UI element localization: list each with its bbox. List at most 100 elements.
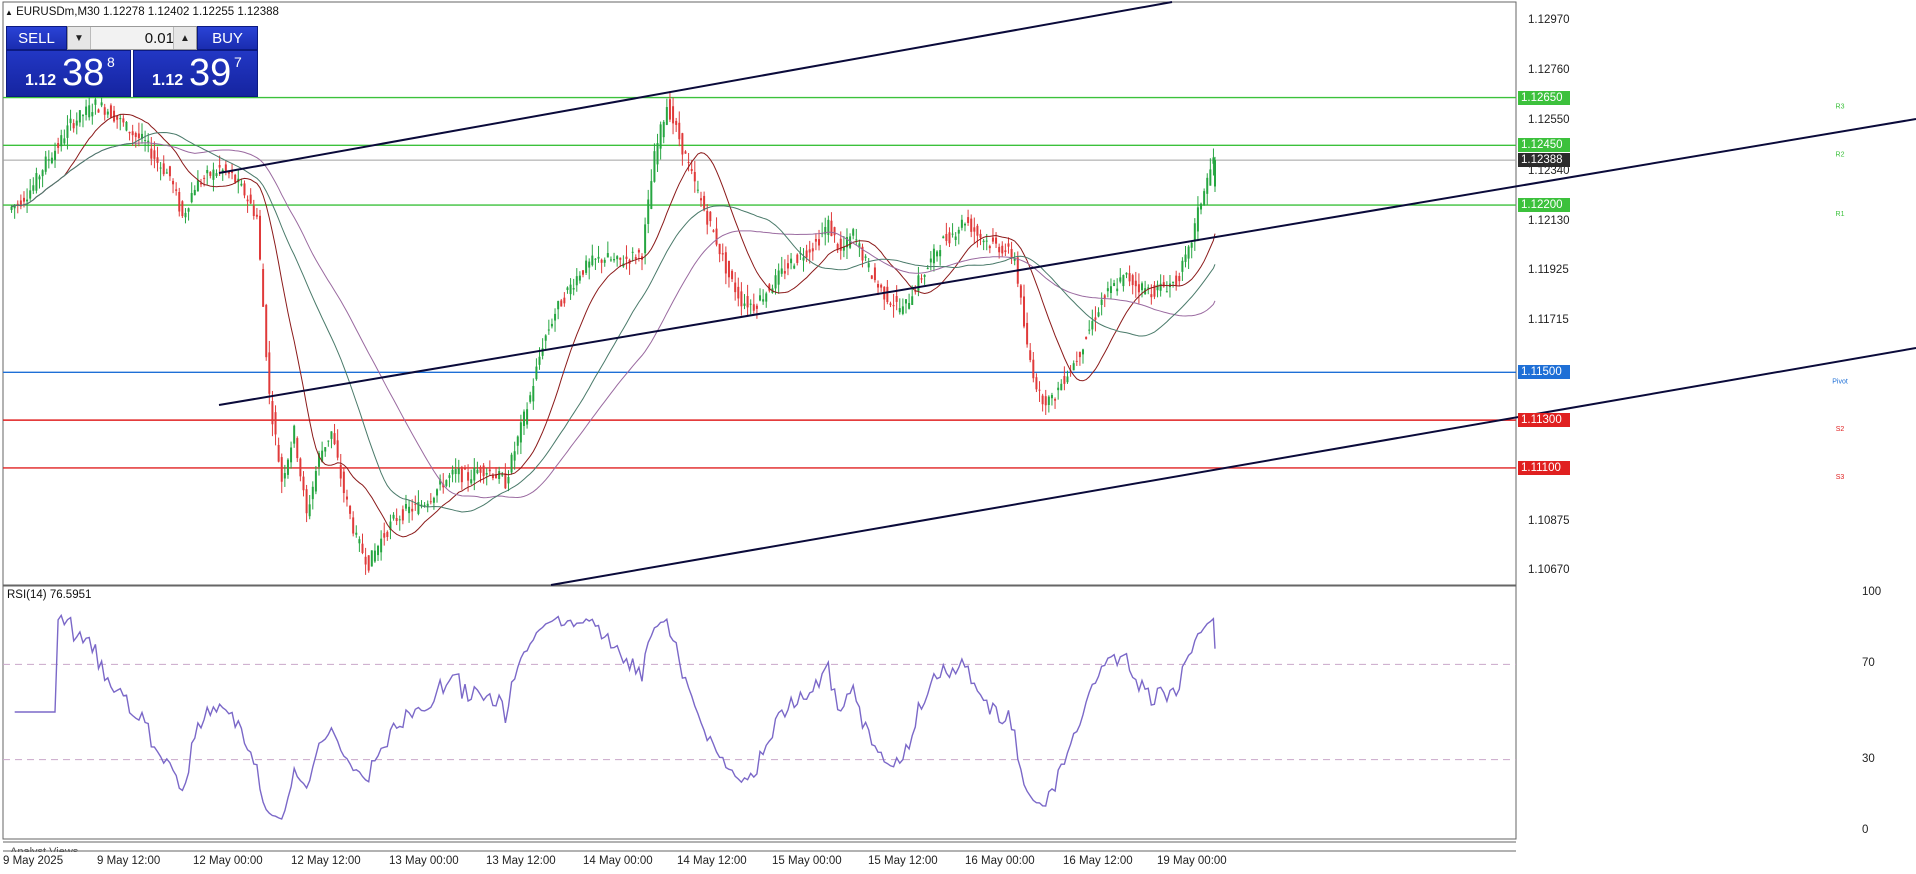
candle-body: [246, 199, 249, 202]
price-tick-label: 1.12130: [1528, 214, 1570, 227]
sell-price-quote[interactable]: 1.12 38 8: [6, 50, 131, 97]
candle-body: [75, 120, 78, 126]
buy-price-quote[interactable]: 1.12 39 7: [133, 50, 258, 97]
candle-body: [32, 185, 35, 191]
candle-body: [703, 195, 706, 211]
lot-increase-icon[interactable]: ▲: [173, 27, 196, 49]
candle-body: [637, 249, 640, 253]
candle-body: [1057, 387, 1060, 391]
candle-body: [131, 131, 134, 136]
candle-body: [234, 174, 237, 183]
candle-body: [877, 283, 880, 288]
candle-body: [1193, 223, 1196, 242]
candle-body: [855, 239, 858, 241]
candle-body: [793, 265, 796, 269]
candle-body: [352, 517, 355, 534]
candle-body: [196, 180, 199, 192]
candle-body: [339, 464, 342, 479]
candle-body: [109, 105, 112, 118]
candle-body: [401, 509, 404, 521]
candle-body: [696, 189, 699, 191]
time-tick-label: 12 May 00:00: [193, 855, 263, 867]
candle-body: [274, 412, 277, 435]
collapse-triangle-icon[interactable]: ▲: [5, 8, 13, 17]
chart-canvas[interactable]: R3 R2 R1 Pivot S2 S3: [0, 0, 1916, 874]
candle-body: [1184, 254, 1187, 262]
candle-body: [271, 401, 274, 425]
candle-body: [454, 469, 457, 475]
candle-body: [1162, 282, 1165, 287]
candle-body: [805, 250, 808, 258]
candle-body: [516, 436, 519, 446]
candle-body: [653, 151, 656, 182]
level-price-badge-r3: 1.12650: [1518, 90, 1570, 105]
candle-body: [783, 271, 786, 274]
candle-body: [1103, 295, 1106, 299]
candle-body: [1091, 321, 1094, 330]
candle-body: [1141, 283, 1144, 291]
lot-size-input[interactable]: [92, 29, 178, 47]
candle-body: [790, 258, 793, 264]
candle-body: [811, 248, 814, 252]
price-tick-label: 1.10670: [1528, 563, 1570, 576]
lot-decrease-icon[interactable]: ▼: [68, 27, 91, 49]
rsi-tick-label: 0: [1862, 824, 1869, 836]
candle-body: [585, 260, 588, 273]
candle-body: [498, 471, 501, 479]
candle-body: [936, 251, 939, 257]
candle-body: [967, 217, 970, 223]
candle-body: [1109, 286, 1112, 294]
candle-body: [159, 167, 162, 169]
candle-body: [1181, 260, 1184, 272]
price-tick-label: 1.12550: [1528, 114, 1570, 127]
candle-body: [175, 189, 178, 191]
candle-body: [364, 556, 367, 565]
candle-body: [951, 233, 954, 235]
candle-body: [1119, 277, 1122, 282]
candle-body: [184, 212, 187, 218]
candle-body: [190, 192, 193, 203]
candle-body: [1125, 272, 1128, 275]
candle-body: [1060, 383, 1063, 391]
symbol-header: ▲ EURUSDm,M30 1.12278 1.12402 1.12255 1.…: [5, 6, 279, 18]
candle-body: [988, 246, 991, 249]
candle-body: [510, 454, 513, 473]
candle-body: [144, 140, 147, 142]
candle-body: [522, 411, 525, 426]
candle-body: [94, 99, 97, 105]
lot-size-control: ▼ ▲: [67, 26, 197, 50]
candle-body: [212, 169, 215, 180]
level-tag-pivot: Pivot: [1832, 378, 1848, 385]
candle-body: [727, 260, 730, 278]
candle-body: [1128, 273, 1131, 282]
candle-body: [280, 457, 283, 482]
candle-body: [268, 352, 271, 394]
buy-price-prefix: 1.12: [152, 72, 184, 89]
candle-body: [547, 329, 550, 331]
candle-body: [66, 125, 69, 138]
candle-body: [1054, 398, 1057, 401]
candle-body: [501, 474, 504, 476]
candle-body: [134, 133, 137, 137]
buy-button[interactable]: BUY: [197, 26, 258, 50]
candle-body: [920, 278, 923, 280]
candle-body: [755, 305, 758, 309]
candle-body: [932, 248, 935, 264]
candle-body: [631, 251, 634, 253]
candle-body: [482, 465, 485, 477]
analyst-views-label[interactable]: Analyst Views: [10, 844, 78, 852]
price-tick-label: 1.11715: [1528, 313, 1569, 326]
candle-body: [926, 268, 929, 270]
candle-body: [122, 118, 125, 123]
candle-body: [1196, 207, 1199, 232]
candle-body: [718, 243, 721, 255]
candle-body: [1032, 359, 1035, 379]
candle-body: [448, 475, 451, 478]
price-tick-label: 1.10875: [1528, 514, 1570, 527]
candle-body: [336, 440, 339, 458]
candle-body: [327, 440, 330, 442]
sell-price-pips: 38: [62, 52, 105, 94]
sell-button[interactable]: SELL: [6, 26, 67, 50]
candle-body: [532, 386, 535, 402]
candle-body: [665, 107, 668, 125]
